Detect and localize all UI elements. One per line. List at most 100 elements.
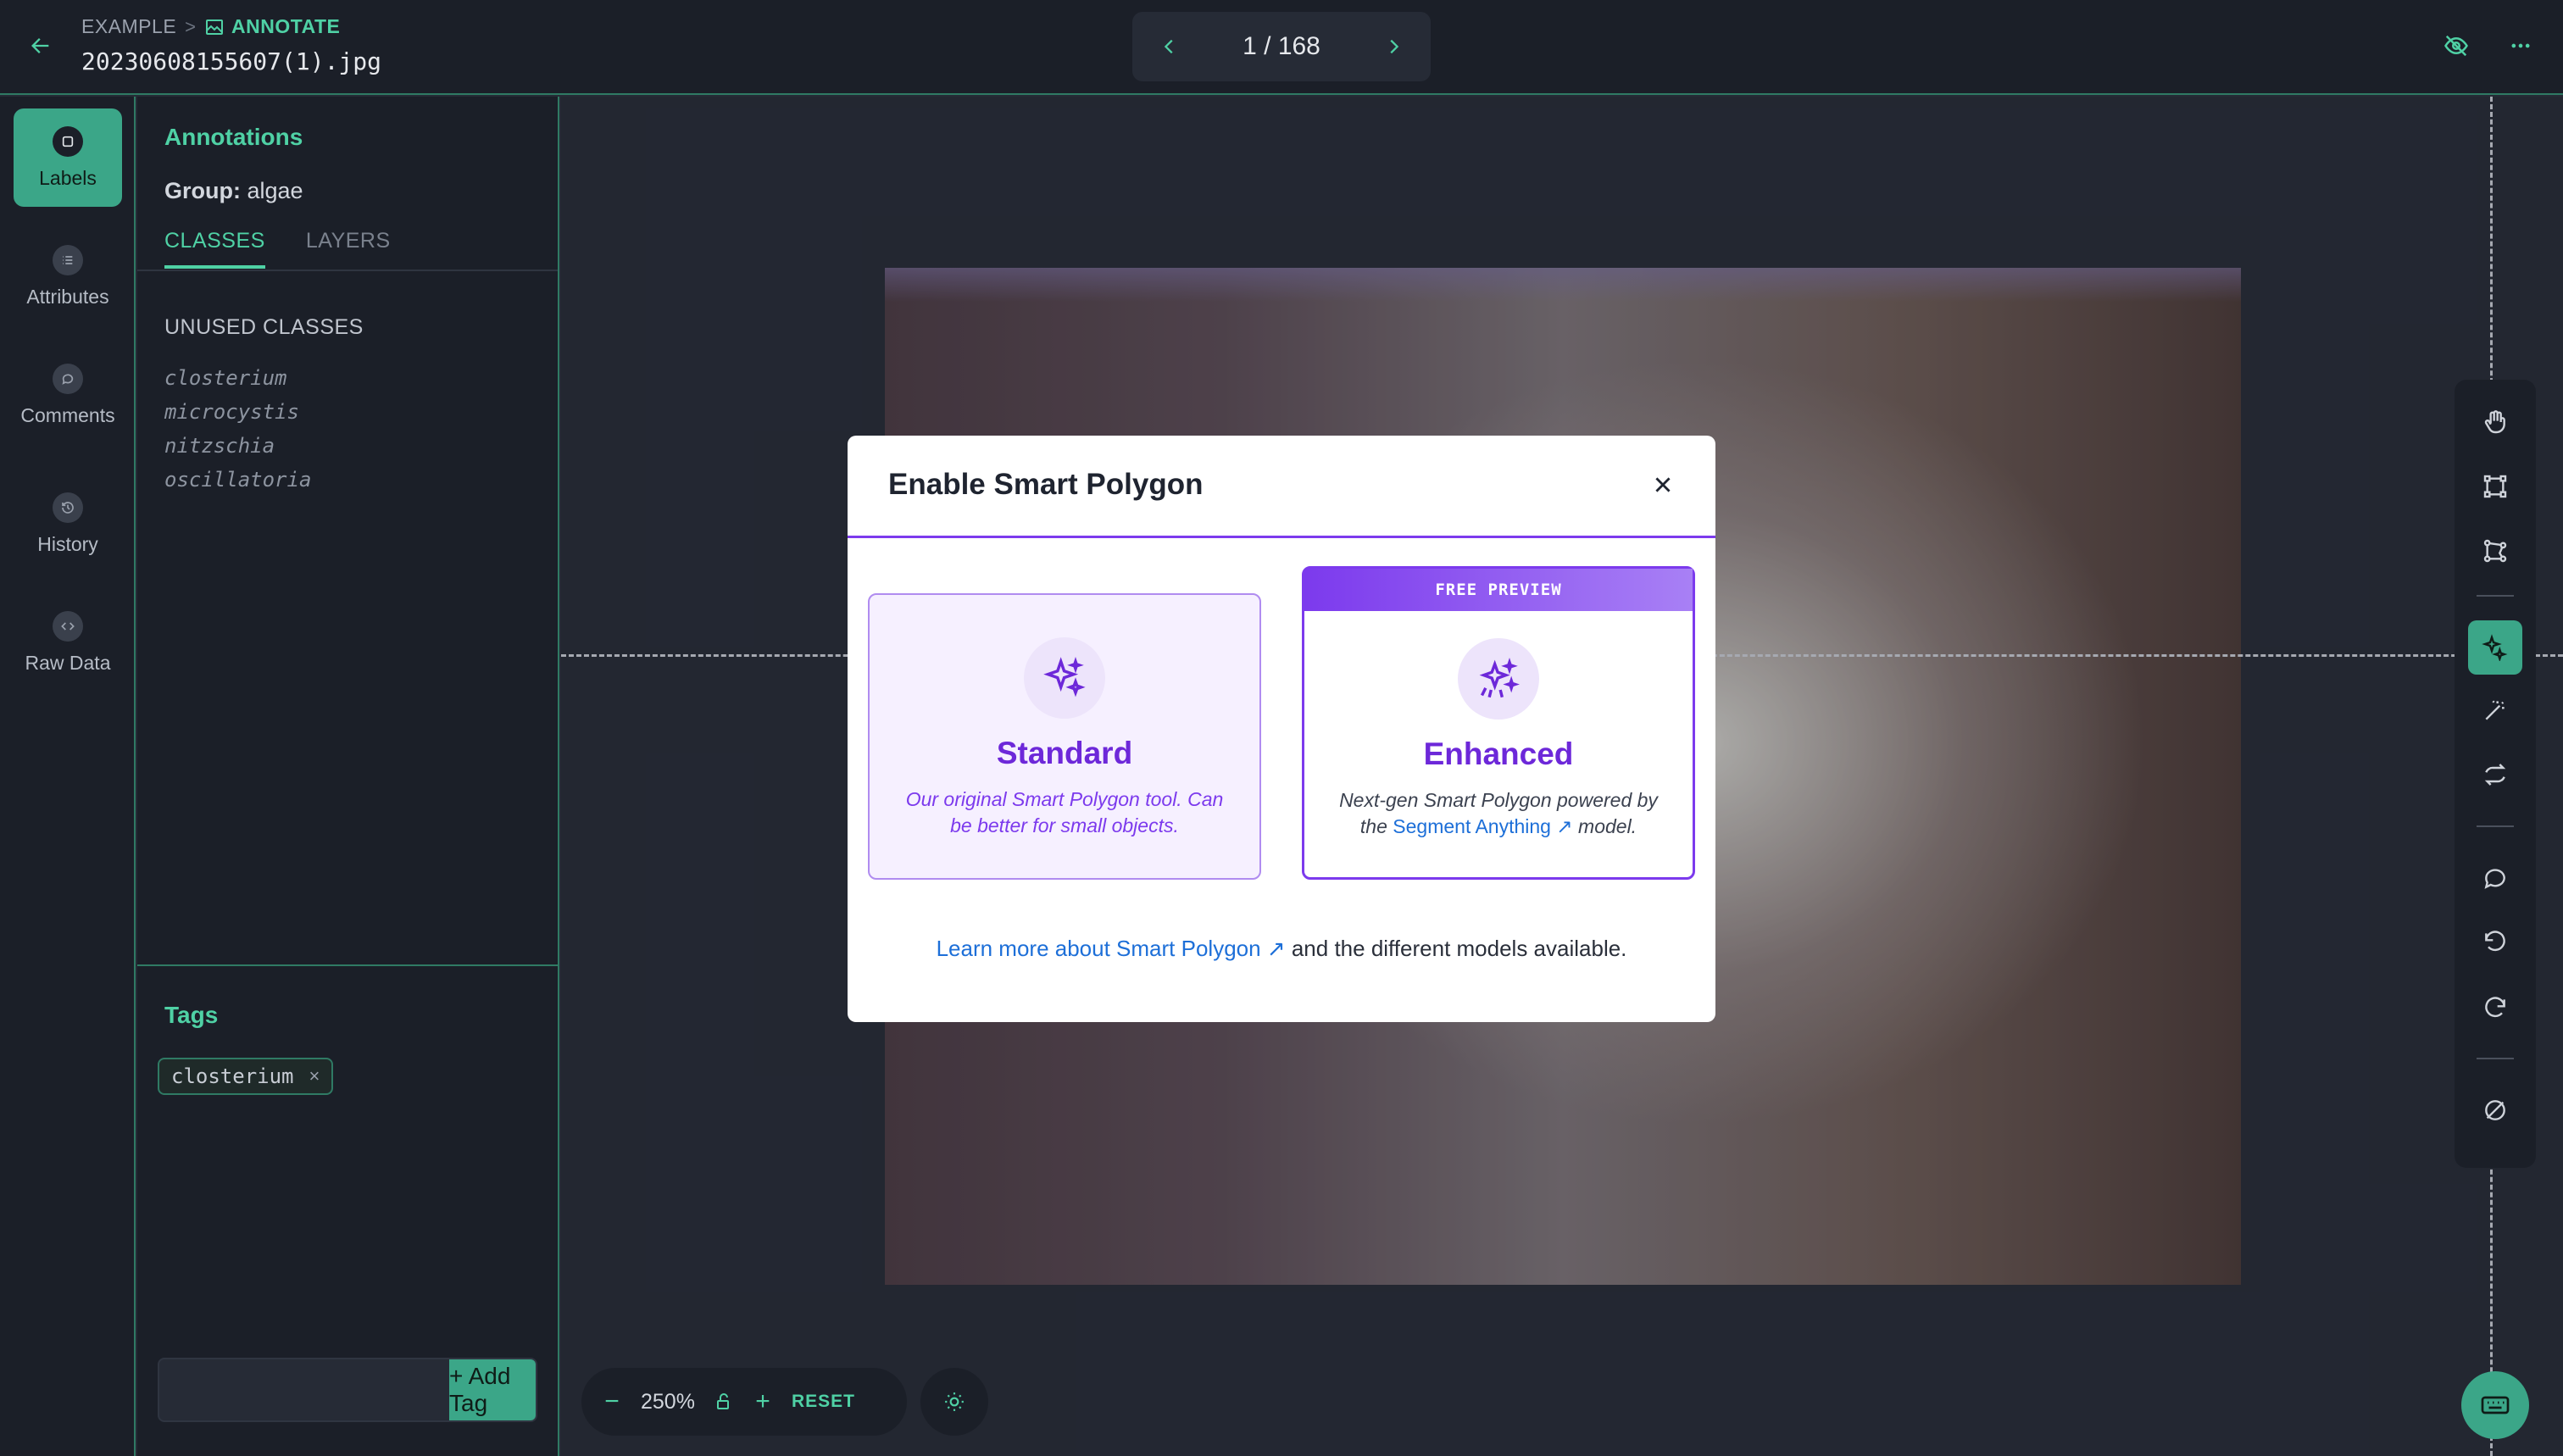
annotate-icon (204, 17, 225, 37)
enhanced-sparkles-icon (1458, 638, 1539, 720)
close-icon[interactable] (1648, 470, 1678, 500)
rail-label-history: History (37, 532, 98, 555)
top-bar: EXAMPLE > ANNOTATE 20230608155607(1).jpg… (0, 0, 2563, 95)
annotations-panel: Annotations Group: algae CLASSES LAYERS … (137, 97, 559, 1456)
bounding-box-icon[interactable] (2468, 459, 2522, 514)
zoom-reset-button[interactable]: RESET (792, 1392, 855, 1412)
rail-item-comments[interactable]: Comments (14, 346, 122, 444)
standard-option-card[interactable]: Standard Our original Smart Polygon tool… (868, 593, 1261, 880)
pager-position: 1 / 168 (1243, 32, 1320, 60)
rail-item-raw-data[interactable]: Raw Data (14, 593, 122, 692)
class-item[interactable]: microcystis (164, 395, 311, 429)
learn-more-link-text: Learn more about Smart Polygon (936, 936, 1261, 961)
remove-tag-icon[interactable]: × (309, 1065, 320, 1087)
enhanced-option-card[interactable]: FREE PREVIEW Enhanced Next-gen Smart Pol… (1302, 566, 1695, 880)
learn-more-link[interactable]: Learn more about Smart Polygon ↗ (937, 936, 1286, 961)
divider (137, 964, 558, 966)
enhanced-option-description: Next-gen Smart Polygon powered by the Se… (1330, 787, 1667, 840)
rail-item-labels[interactable]: Labels (14, 108, 122, 207)
class-item[interactable]: nitzschia (164, 429, 311, 463)
group-label: Group: (164, 178, 241, 203)
enable-smart-polygon-dialog: Enable Smart Polygon Standard Our origin… (848, 436, 1715, 1022)
tool-strip (2455, 380, 2536, 1168)
standard-option-description: Our original Smart Polygon tool. Can be … (905, 788, 1224, 836)
divider (848, 536, 1715, 538)
image-pager: 1 / 168 (1132, 12, 1431, 81)
chevron-right-icon (1390, 39, 1399, 54)
unused-classes-heading: UNUSED CLASSES (164, 315, 364, 339)
polygon-tool-icon[interactable] (2468, 524, 2522, 578)
free-preview-badge: FREE PREVIEW (1304, 569, 1693, 611)
tab-layers[interactable]: LAYERS (306, 229, 391, 269)
left-rail: Labels Attributes Comments History Raw D… (0, 97, 136, 1456)
brightness-sun-icon[interactable] (920, 1368, 988, 1436)
segment-anything-link-text: Segment Anything (1393, 815, 1551, 837)
breadcrumb: EXAMPLE > ANNOTATE (81, 15, 340, 38)
enhanced-description-tail: model. (1578, 815, 1637, 837)
panel-tabs: CLASSES LAYERS (164, 229, 391, 269)
tag-chip-label: closterium (171, 1064, 294, 1088)
lock-icon[interactable] (714, 1392, 734, 1412)
tag-chip: closterium × (158, 1058, 334, 1095)
clear-annotations-icon[interactable] (2468, 1083, 2522, 1137)
dialog-title: Enable Smart Polygon (888, 468, 1204, 501)
external-link-icon: ↗ (1556, 815, 1573, 837)
hide-annotations-eye-off-icon[interactable] (2439, 29, 2473, 63)
enhanced-option-title: Enhanced (1423, 736, 1574, 771)
comment-icon (53, 363, 83, 394)
rail-label-comments: Comments (20, 403, 115, 426)
breadcrumb-separator: > (185, 15, 197, 37)
group-value: algae (247, 178, 303, 203)
breadcrumb-annotate-label: ANNOTATE (231, 15, 341, 37)
divider (137, 270, 558, 271)
repeat-previous-icon[interactable] (2468, 747, 2522, 802)
previous-image-button[interactable] (1154, 31, 1185, 62)
file-name: 20230608155607(1).jpg (81, 47, 382, 75)
rail-label-labels: Labels (39, 166, 97, 189)
external-link-icon: ↗ (1266, 936, 1286, 961)
breadcrumb-annotate[interactable]: ANNOTATE (204, 15, 340, 38)
tag-input[interactable] (159, 1359, 449, 1420)
list-icon (53, 244, 83, 275)
more-options-icon[interactable] (2504, 29, 2538, 63)
rail-label-raw-data: Raw Data (25, 651, 111, 674)
group-info: Group: algae (164, 178, 303, 204)
add-tag-button[interactable]: + Add Tag (449, 1359, 536, 1420)
rail-label-attributes: Attributes (26, 285, 109, 308)
magic-wand-icon[interactable] (2468, 683, 2522, 737)
chevron-left-icon (1164, 39, 1173, 54)
tab-classes[interactable]: CLASSES (164, 229, 265, 269)
divider (2477, 1058, 2514, 1059)
comment-tool-icon[interactable] (2468, 851, 2522, 905)
divider (2477, 825, 2514, 827)
tags-heading: Tags (164, 1002, 219, 1028)
undo-icon[interactable] (2468, 915, 2522, 970)
code-icon (53, 610, 83, 642)
zoom-controls: − 250% + RESET (581, 1368, 907, 1436)
history-icon (53, 492, 83, 523)
class-item[interactable]: closterium (164, 361, 311, 395)
back-arrow-icon[interactable] (24, 29, 58, 63)
smart-polygon-icon[interactable] (2468, 620, 2522, 675)
rail-item-history[interactable]: History (14, 475, 122, 573)
breadcrumb-project[interactable]: EXAMPLE (81, 15, 176, 38)
footer-text: and the different models available. (1291, 936, 1627, 961)
class-item[interactable]: oscillatoria (164, 463, 311, 497)
sparkles-icon (1024, 637, 1105, 719)
redo-icon[interactable] (2468, 981, 2522, 1036)
pan-hand-icon[interactable] (2468, 395, 2522, 449)
next-image-button[interactable] (1378, 31, 1409, 62)
zoom-in-button[interactable]: + (753, 1387, 773, 1416)
standard-option-title: Standard (996, 736, 1133, 770)
tag-icon (53, 125, 83, 157)
keyboard-shortcuts-icon[interactable] (2461, 1371, 2529, 1439)
add-tag-form: + Add Tag (158, 1358, 537, 1422)
zoom-level: 250% (641, 1389, 695, 1414)
divider (2477, 595, 2514, 597)
panel-title: Annotations (164, 124, 303, 150)
dialog-footer: Learn more about Smart Polygon ↗ and the… (848, 936, 1715, 962)
unused-classes-list: closterium microcystis nitzschia oscilla… (164, 361, 311, 497)
rail-item-attributes[interactable]: Attributes (14, 227, 122, 325)
zoom-out-button[interactable]: − (602, 1387, 622, 1416)
segment-anything-link[interactable]: Segment Anything ↗ (1393, 815, 1572, 837)
